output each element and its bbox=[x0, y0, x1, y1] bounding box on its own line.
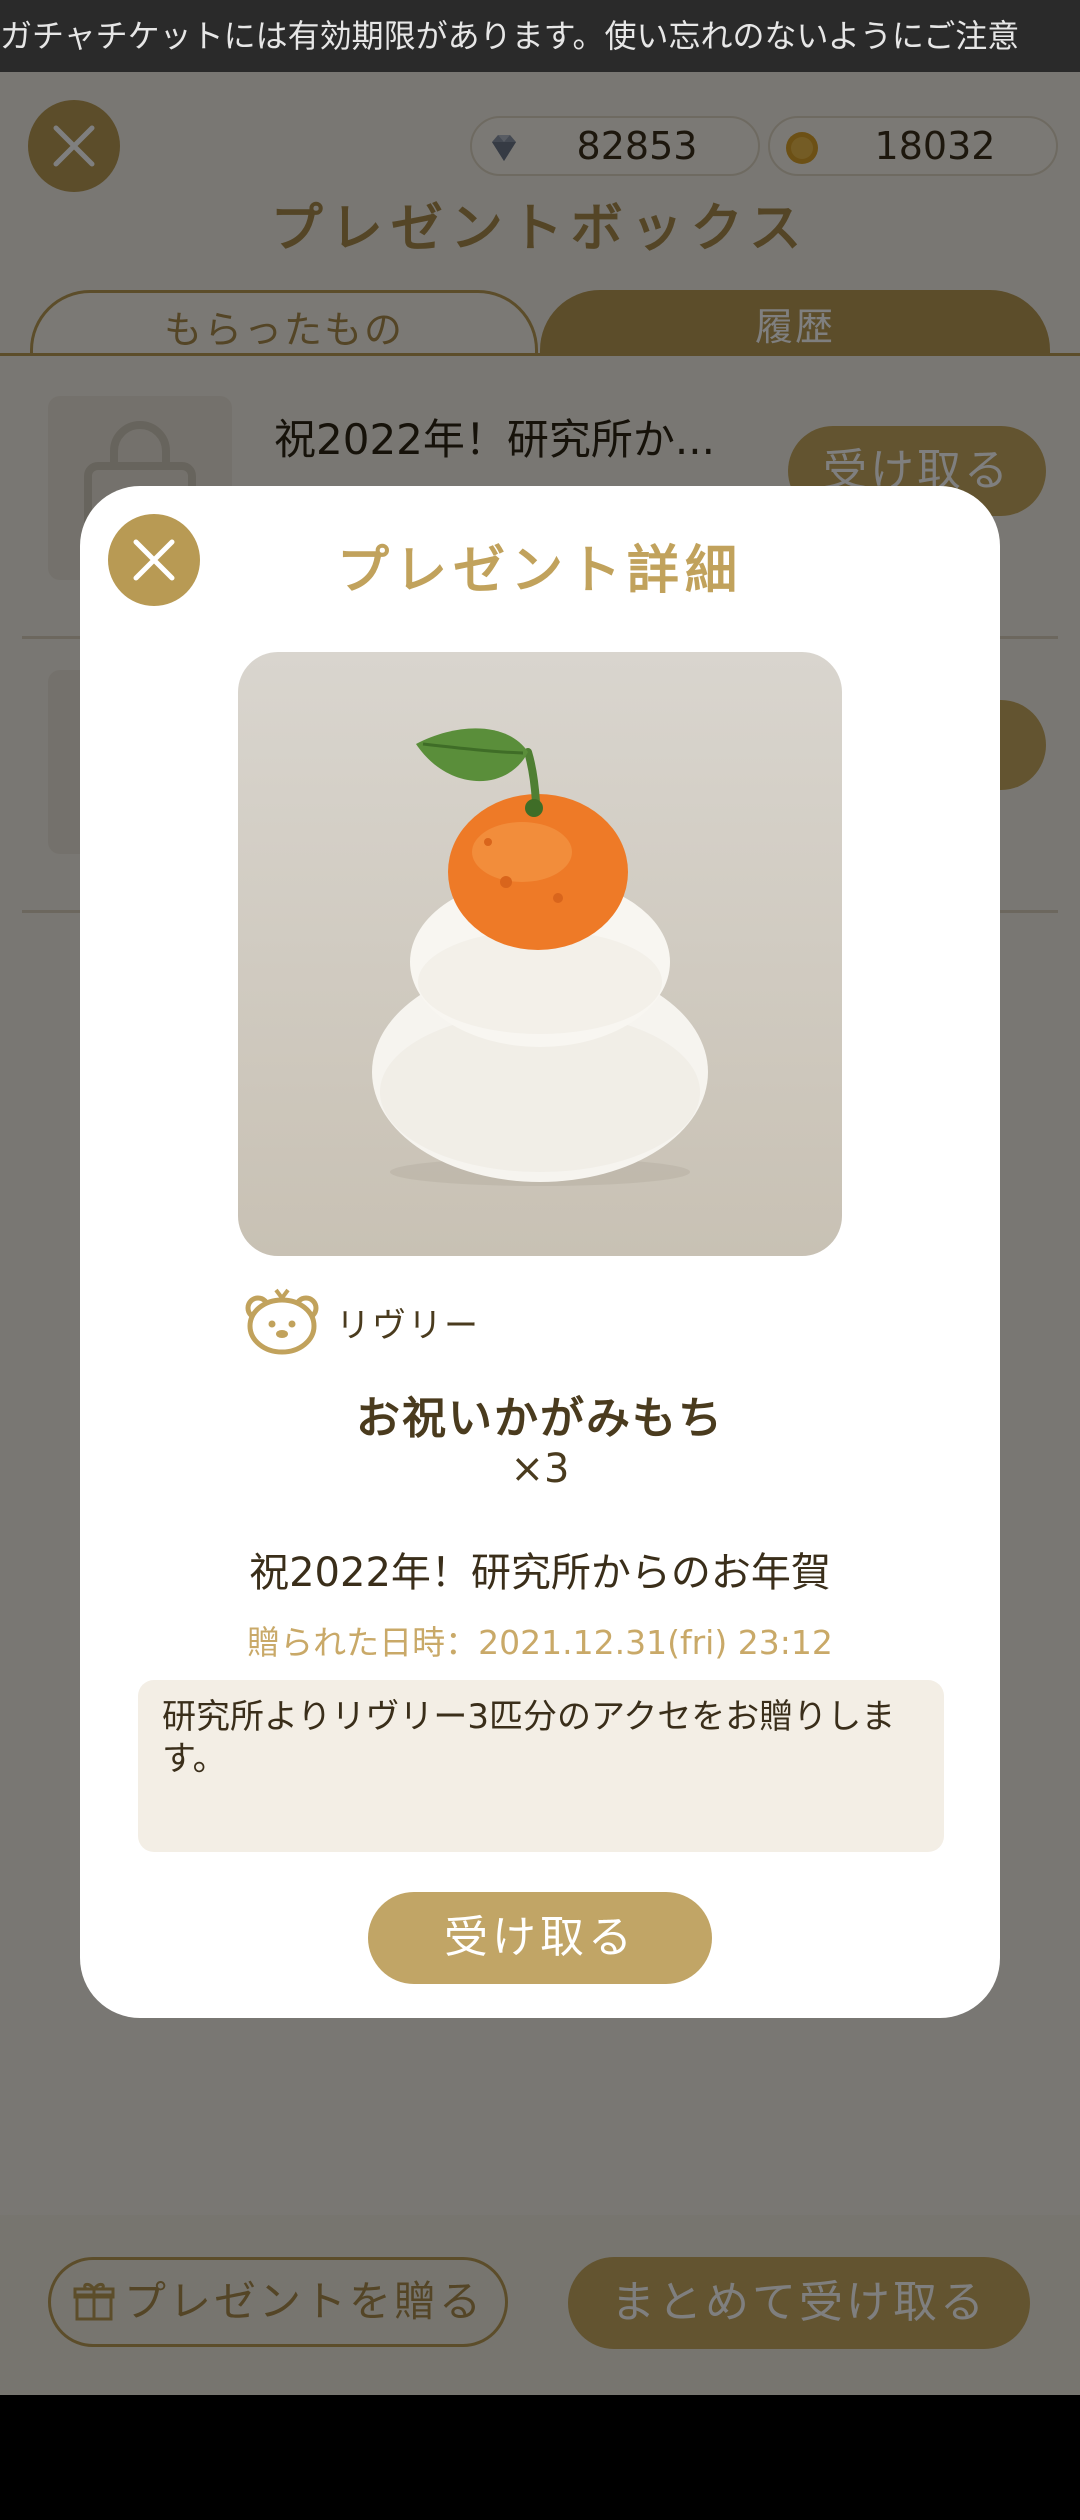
kagami-mochi-image bbox=[372, 728, 708, 1186]
modal-title: プレゼント詳細 bbox=[336, 541, 743, 601]
character-row: リヴリー bbox=[240, 1286, 478, 1356]
gift-title: 祝2022年！研究所からのお年賀 bbox=[249, 1550, 831, 1596]
present-box-screen: ガチャチケットには有効期限があります。使い忘れのないようにご注意 82853 1… bbox=[0, 0, 1080, 2395]
character-name: リヴリー bbox=[336, 1306, 480, 1346]
present-detail-modal: プレゼント詳細 リヴリー お祝いかがみもち ×3 祝2022年！研究所からのお年… bbox=[80, 486, 1000, 2018]
gift-message: 研究所よりリヴリー3匹分のアクセをお贈りします。 bbox=[138, 1680, 944, 1852]
notice-ticker-text: ガチャチケットには有効期限があります。使い忘れのないようにご注意 bbox=[0, 17, 1020, 55]
item-name: お祝いかがみもち bbox=[356, 1393, 724, 1444]
bear-icon bbox=[245, 1288, 319, 1355]
accept-button[interactable]: 受け取る bbox=[368, 1892, 712, 1984]
item-quantity: ×3 bbox=[510, 1446, 570, 1492]
notice-ticker: ガチャチケットには有効期限があります。使い忘れのないようにご注意 bbox=[0, 0, 1080, 72]
item-image bbox=[238, 652, 842, 1256]
gift-date: 贈られた日時：2021.12.31(fri) 23:12 bbox=[247, 1623, 833, 1662]
